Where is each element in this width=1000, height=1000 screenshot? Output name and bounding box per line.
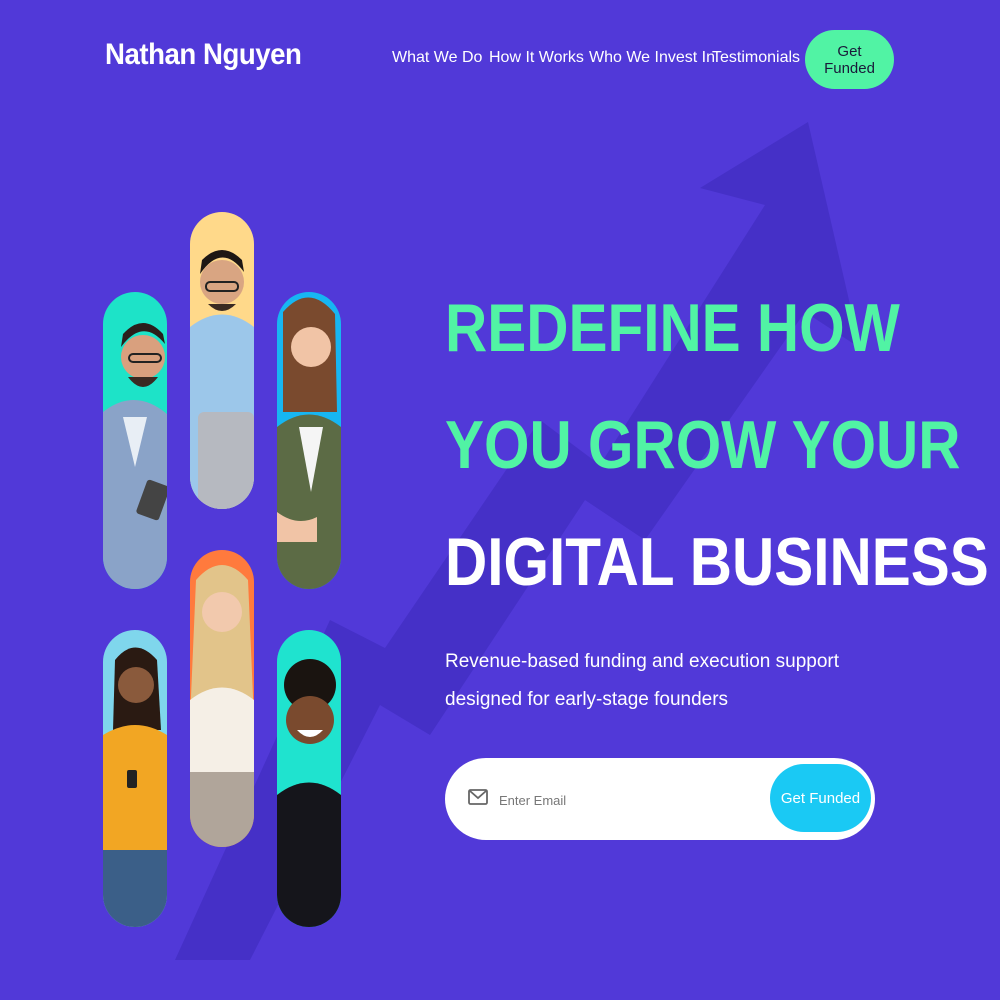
- nav-link-testimonials[interactable]: Testimonials: [712, 49, 800, 67]
- brand-logo[interactable]: Nathan Nguyen: [105, 38, 302, 72]
- email-signup-form: Get Funded: [445, 758, 875, 840]
- hero-title: REDEFINE HOW YOU GROW YOUR DIGITAL BUSIN…: [445, 270, 989, 621]
- hero-subtitle: Revenue-based funding and execution supp…: [445, 651, 840, 710]
- founder-photo-4: [103, 630, 167, 927]
- founder-photo-3: [277, 292, 341, 589]
- hero-title-line-3: DIGITAL BUSINESS: [445, 524, 989, 600]
- hero-title-line-2: YOU GROW YOUR: [445, 407, 961, 483]
- signup-get-funded-button[interactable]: Get Funded: [770, 764, 871, 832]
- email-input[interactable]: [497, 784, 751, 816]
- founder-photo-6: [277, 630, 341, 927]
- founder-photo-1: [103, 292, 167, 589]
- nav-link-what-we-do[interactable]: What We Do: [392, 49, 482, 67]
- mail-icon: [468, 789, 488, 805]
- header-get-funded-button[interactable]: Get Funded: [805, 30, 894, 89]
- site-header: Nathan Nguyen What We Do How It Works Wh…: [0, 0, 1000, 120]
- hero-title-line-1: REDEFINE HOW: [445, 290, 900, 366]
- nav-link-how-it-works[interactable]: How It Works: [489, 49, 584, 67]
- founder-photo-5: [190, 550, 254, 847]
- founder-photo-2: [190, 212, 254, 509]
- nav-link-who-we-invest-in[interactable]: Who We Invest In: [589, 49, 715, 67]
